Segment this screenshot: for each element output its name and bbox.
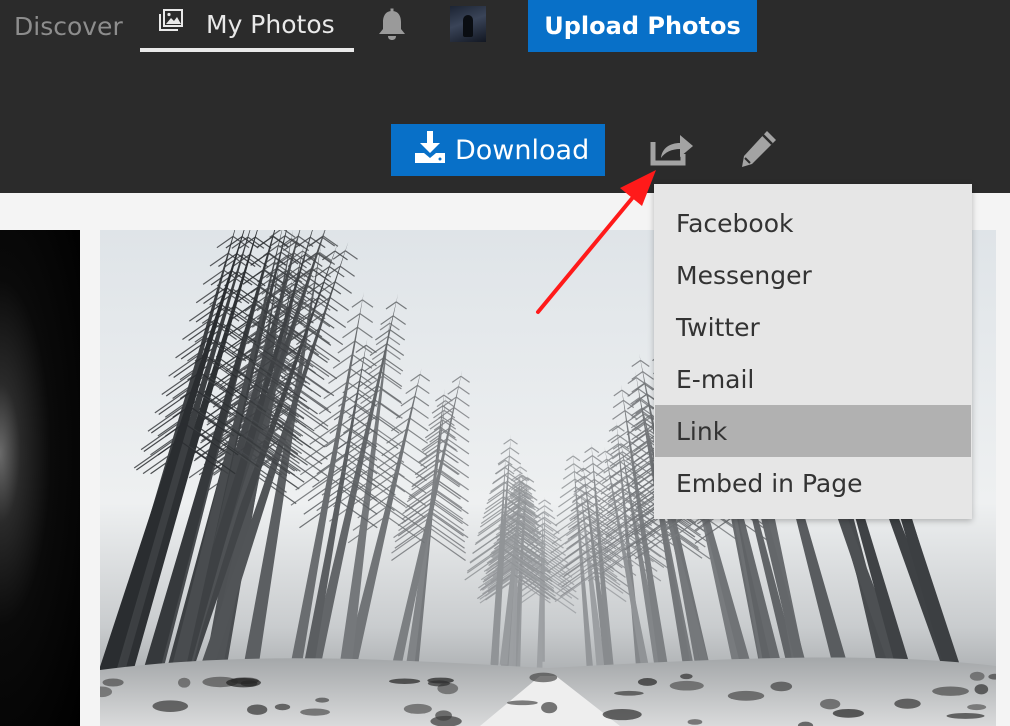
ground-brush	[820, 698, 841, 710]
ground-brush	[152, 700, 189, 712]
share-embed-in-page[interactable]: Embed in Page	[655, 457, 971, 509]
ground-brush	[637, 678, 658, 686]
ground-brush	[727, 690, 765, 701]
download-label: Download	[455, 134, 590, 166]
share-facebook-label: Facebook	[676, 208, 794, 238]
ground-brush	[274, 703, 291, 711]
bell-icon[interactable]	[374, 7, 410, 47]
ground-brush	[669, 680, 704, 691]
ground-brush	[967, 704, 987, 711]
ground-brush	[435, 710, 452, 721]
upload-photos-button[interactable]: Upload Photos	[528, 0, 757, 52]
ground-brush	[102, 678, 124, 687]
share-messenger-label: Messenger	[676, 260, 812, 290]
share-twitter-label: Twitter	[676, 312, 760, 342]
ground-brush	[427, 680, 450, 687]
ground-brush	[388, 678, 421, 684]
ground-brush	[541, 701, 558, 714]
share-messenger[interactable]: Messenger	[655, 249, 971, 301]
avatar-figure	[463, 15, 473, 37]
top-bar: Discover My Photos Upload Photos Downloa…	[0, 0, 1010, 193]
ground-brush	[687, 719, 703, 725]
photos-icon	[158, 8, 206, 40]
share-email-label: E-mail	[676, 364, 755, 394]
share-embed-label: Embed in Page	[676, 468, 863, 498]
download-icon	[415, 130, 455, 170]
share-twitter[interactable]: Twitter	[655, 301, 971, 353]
ground-brush	[602, 708, 642, 721]
avatar[interactable]	[450, 6, 486, 42]
ground-brush	[247, 704, 268, 715]
ground-brush	[614, 690, 644, 696]
ground-brush	[529, 672, 558, 683]
ground-brush	[969, 671, 985, 681]
ground-brush	[946, 713, 985, 719]
nav-my-photos-label: My Photos	[206, 9, 335, 39]
ground-brush	[894, 698, 921, 709]
nav-discover[interactable]: Discover	[14, 0, 123, 52]
nav-my-photos[interactable]: My Photos	[140, 0, 354, 52]
share-email[interactable]: E-mail	[655, 353, 971, 405]
share-link[interactable]: Link	[655, 405, 971, 457]
ground-brush	[403, 703, 432, 714]
nav-discover-label: Discover	[14, 11, 123, 41]
ground-brush	[974, 684, 989, 695]
ground-brush	[680, 673, 693, 680]
share-menu: Facebook Messenger Twitter E-mail Link E…	[654, 184, 972, 519]
ground-brush	[832, 708, 864, 718]
ground-brush	[226, 678, 261, 688]
ground-brush	[300, 708, 330, 716]
share-link-label: Link	[676, 416, 728, 446]
ground-brush	[506, 700, 538, 706]
ground-brush	[178, 677, 191, 688]
photo-thumbnail-left[interactable]	[0, 230, 80, 726]
share-icon[interactable]	[650, 130, 694, 170]
ground-brush	[770, 681, 793, 692]
download-button[interactable]: Download	[391, 124, 605, 176]
pencil-icon[interactable]	[738, 128, 780, 174]
ground-brush	[932, 686, 969, 696]
share-facebook[interactable]: Facebook	[655, 197, 971, 249]
ground-brush	[315, 697, 330, 703]
